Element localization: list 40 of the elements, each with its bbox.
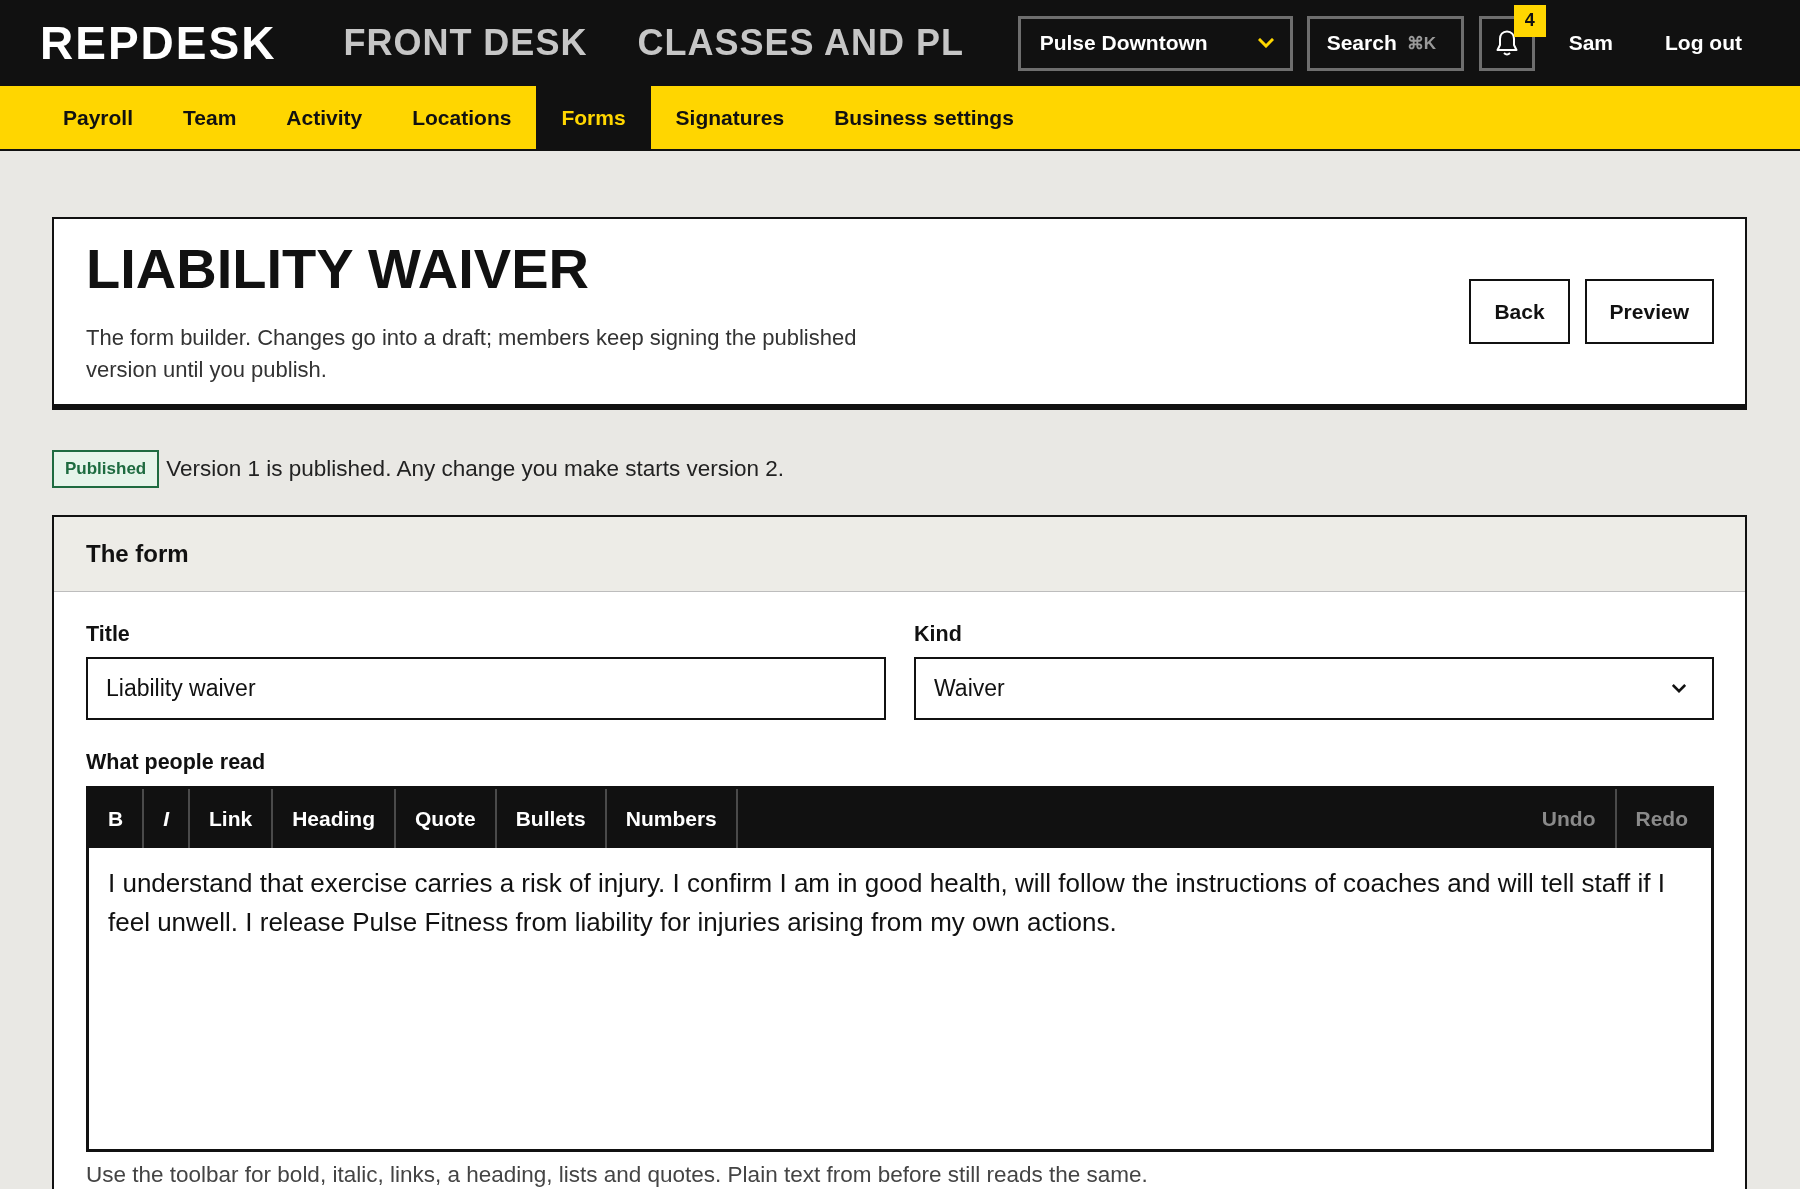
back-button[interactable]: Back <box>1469 279 1570 344</box>
shortcut-hint: ⌘K <box>1406 32 1436 54</box>
nav-tab[interactable]: Forms <box>536 86 651 149</box>
title-input[interactable]: Liability waiver <box>86 657 886 720</box>
chevron-down-icon <box>1257 38 1274 48</box>
nav-tab[interactable]: Payroll <box>38 86 159 149</box>
card-heading: The form <box>86 540 189 568</box>
toolbar-button[interactable]: Bullets <box>496 789 607 848</box>
nav-tab[interactable]: Locations <box>387 86 537 149</box>
text-editor[interactable]: I understand that exercise carries a risk of injury. I confirm I am in good health, will follow the instructions of coaches and will tell staff if I feel unwell. I release Pulse Fitness from liability for injuries arising from my own actions. <box>89 848 1711 1149</box>
nav-link[interactable]: FRONT DESK <box>343 25 588 61</box>
field-label: Kind <box>914 622 963 646</box>
logout-link[interactable]: Log out <box>1665 31 1742 55</box>
italic-button[interactable]: I <box>144 789 190 848</box>
bell-icon <box>1494 29 1519 57</box>
field-hint: Use the toolbar for bold, italic, links, a heading, lists and quotes. Plain text from before still reads the same. <box>86 1162 1149 1188</box>
user-link[interactable]: Sam <box>1568 31 1614 55</box>
preview-button[interactable]: Preview <box>1584 279 1714 344</box>
toolbar-button[interactable]: Numbers <box>606 789 738 848</box>
chevron-down-icon <box>1672 684 1686 693</box>
nav-tab[interactable]: Activity <box>261 86 388 149</box>
field-label: What people read <box>86 750 267 774</box>
app-logo[interactable]: REPDESK <box>40 20 277 66</box>
toolbar-button[interactable]: Heading <box>273 789 397 848</box>
page-description: The form builder. Changes go into a draft; members keep signing the published version until you publish. <box>86 324 858 384</box>
toolbar-button[interactable]: Quote <box>396 789 497 848</box>
kind-select[interactable]: Waiver <box>914 657 1714 720</box>
toolbar-button[interactable]: Link <box>190 789 274 848</box>
bold-button[interactable]: B <box>89 789 145 848</box>
nav-tab[interactable]: Team <box>158 86 262 149</box>
location-select[interactable]: Pulse Downtown <box>1017 15 1293 71</box>
page-title: LIABILITY WAIVER <box>86 237 590 301</box>
field-label: Title <box>86 622 131 646</box>
notification-count: 4 <box>1513 4 1546 37</box>
nav-tab[interactable]: Business settings <box>809 86 1039 149</box>
nav-tab[interactable]: Signatures <box>650 86 810 149</box>
status-badge: Published <box>52 450 160 488</box>
search-button[interactable]: Search ⌘K <box>1306 15 1464 71</box>
nav-link[interactable]: CLASSES AND PL <box>637 25 965 61</box>
status-message: Version 1 is published. Any change you make starts version 2. <box>166 456 785 482</box>
